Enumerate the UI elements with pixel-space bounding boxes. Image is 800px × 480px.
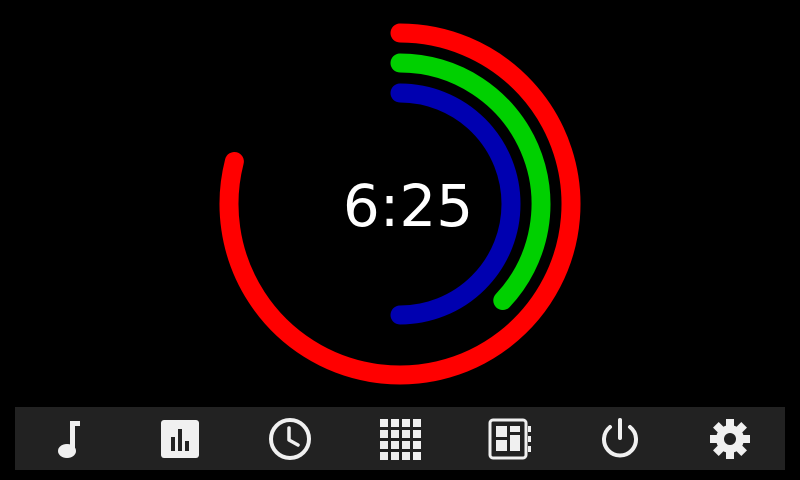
clock-screen: 6:25 <box>0 0 800 480</box>
nav-settings-button[interactable] <box>690 407 770 470</box>
clock-icon <box>269 417 311 460</box>
nav-power-button[interactable] <box>580 407 660 470</box>
nav-music-button[interactable] <box>30 407 110 470</box>
grid-icon <box>380 418 421 460</box>
dashboard-icon <box>488 418 531 459</box>
nav-dashboard-button[interactable] <box>470 407 550 470</box>
clock-time: 6:25 <box>342 172 474 240</box>
music-note-icon <box>58 420 80 458</box>
power-icon <box>602 417 638 457</box>
nav-apps-button[interactable] <box>360 407 440 470</box>
nav-stats-button[interactable] <box>140 407 220 470</box>
bar-chart-icon <box>161 419 199 458</box>
bottom-nav-bar <box>15 407 785 470</box>
gear-icon <box>710 418 750 459</box>
nav-clock-button[interactable] <box>250 407 330 470</box>
